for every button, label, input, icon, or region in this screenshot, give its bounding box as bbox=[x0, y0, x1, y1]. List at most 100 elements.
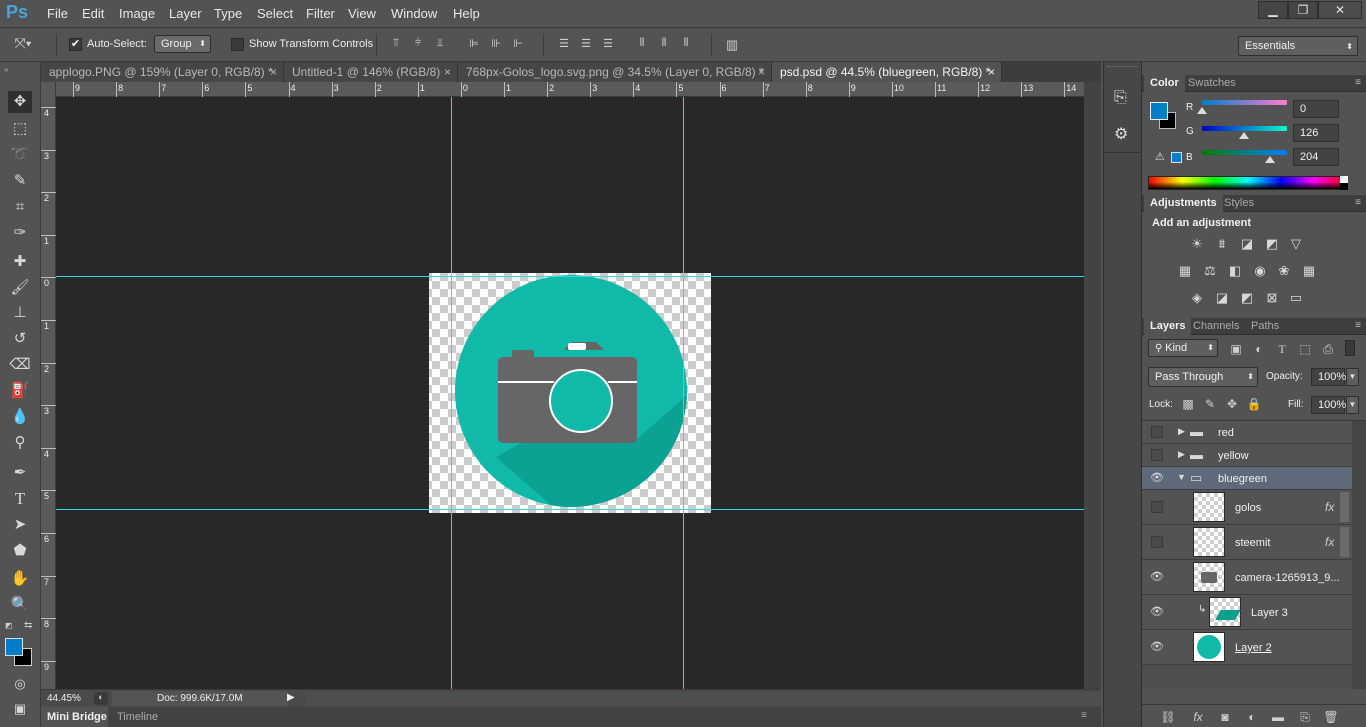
auto-align-icon[interactable]: ▥ bbox=[724, 37, 740, 52]
expand-effects-icon[interactable] bbox=[1340, 527, 1349, 557]
expand-arrow-icon[interactable]: ▶ bbox=[1178, 449, 1185, 460]
fill-arrow-icon[interactable]: ▼ bbox=[1346, 396, 1359, 414]
quick-select-tool-icon[interactable]: ✎ bbox=[8, 170, 32, 192]
blur-tool-icon[interactable]: 💧 bbox=[8, 406, 32, 428]
ruler-origin[interactable] bbox=[41, 82, 56, 97]
expand-arrow-icon[interactable]: ▶ bbox=[1178, 426, 1185, 437]
tab-swatches[interactable]: Swatches bbox=[1182, 75, 1242, 92]
eyedropper-tool-icon[interactable]: ✑ bbox=[8, 222, 32, 244]
auto-select-checkbox[interactable]: ✔ bbox=[69, 38, 82, 51]
menu-edit[interactable]: Edit bbox=[82, 6, 104, 21]
align-hcenter-icon[interactable]: ⊪ bbox=[488, 37, 504, 51]
visibility-toggle[interactable] bbox=[1151, 426, 1163, 438]
eraser-tool-icon[interactable]: ⌫ bbox=[8, 354, 32, 376]
eye-icon[interactable]: 👁 bbox=[1150, 471, 1164, 485]
menu-layer[interactable]: Layer bbox=[169, 6, 202, 21]
tab-mini-bridge[interactable]: Mini Bridge bbox=[41, 707, 108, 727]
distribute-left-icon[interactable]: ⦀ bbox=[634, 37, 650, 51]
menu-view[interactable]: View bbox=[348, 6, 376, 21]
marquee-tool-icon[interactable]: ⬚ bbox=[8, 118, 32, 140]
filter-adjustment-icon[interactable]: ◐ bbox=[1251, 342, 1267, 356]
paint-bucket-tool-icon[interactable]: ⛽ bbox=[8, 380, 32, 402]
color-spectrum-ramp[interactable] bbox=[1148, 176, 1348, 190]
b-value-field[interactable]: 204 bbox=[1293, 148, 1339, 166]
tab-channels[interactable]: Channels bbox=[1187, 318, 1245, 335]
r-slider-thumb[interactable] bbox=[1197, 107, 1207, 114]
tab-close-icon[interactable]: × bbox=[270, 62, 277, 82]
foreground-color-swatch[interactable] bbox=[5, 638, 23, 656]
align-vcenter-icon[interactable]: ⫩ bbox=[410, 37, 426, 51]
layer-group-red[interactable]: ▶ ▬ red bbox=[1142, 421, 1352, 444]
tab-adjustments[interactable]: Adjustments bbox=[1144, 195, 1223, 212]
adjustment-layer-icon[interactable]: ◐ bbox=[1244, 710, 1260, 724]
distribute-bottom-icon[interactable]: ☰ bbox=[600, 37, 616, 51]
folder-icon[interactable]: ▬ bbox=[1270, 710, 1286, 724]
panel-menu-icon[interactable]: ≡ bbox=[1355, 320, 1361, 331]
fx-badge[interactable]: fx bbox=[1325, 535, 1334, 549]
r-slider[interactable] bbox=[1202, 100, 1287, 105]
path-select-tool-icon[interactable]: ➤ bbox=[8, 514, 32, 536]
distribute-vcenter-icon[interactable]: ☰ bbox=[578, 37, 594, 51]
photo-filter-icon[interactable]: ◉ bbox=[1251, 263, 1269, 279]
layer-camera[interactable]: 👁 camera-1265913_9... bbox=[1142, 560, 1352, 595]
tab-untitled[interactable]: Untitled-1 @ 146% (RGB/8) × bbox=[284, 62, 458, 82]
panel-menu-icon[interactable]: ≡ bbox=[1081, 710, 1087, 721]
align-right-icon[interactable]: ⊩ bbox=[510, 37, 526, 51]
layer-3[interactable]: 👁 ↳ Layer 3 bbox=[1142, 595, 1352, 630]
visibility-toggle[interactable] bbox=[1151, 536, 1163, 548]
layer-steemit[interactable]: steemit fx bbox=[1142, 525, 1352, 560]
vertical-scrollbar[interactable] bbox=[1084, 82, 1101, 689]
lock-position-icon[interactable]: ✥ bbox=[1224, 397, 1240, 411]
tab-color[interactable]: Color bbox=[1144, 75, 1185, 92]
panel-menu-icon[interactable]: ≡ bbox=[1355, 77, 1361, 88]
eye-icon[interactable]: 👁 bbox=[1150, 570, 1164, 584]
tab-close-icon[interactable]: × bbox=[758, 62, 765, 82]
swap-colors-icon[interactable]: ⇆ bbox=[24, 620, 32, 631]
lock-image-icon[interactable]: ✎ bbox=[1202, 397, 1218, 411]
panel-menu-icon[interactable]: ≡ bbox=[1355, 197, 1361, 208]
quick-mask-icon[interactable]: ◎ bbox=[8, 673, 32, 695]
properties-panel-icon[interactable]: ⚙ bbox=[1114, 124, 1128, 144]
tab-timeline[interactable]: Timeline bbox=[111, 707, 158, 727]
menu-window[interactable]: Window bbox=[391, 6, 437, 21]
hue-sat-icon[interactable]: ▦ bbox=[1176, 263, 1194, 279]
tab-layers[interactable]: Layers bbox=[1144, 318, 1192, 335]
auto-select-target-dropdown[interactable]: Group ⬍ bbox=[154, 35, 211, 53]
tab-close-icon[interactable]: × bbox=[988, 62, 995, 82]
hand-tool-icon[interactable]: ✋ bbox=[8, 568, 32, 590]
tab-paths[interactable]: Paths bbox=[1245, 318, 1285, 335]
shape-tool-icon[interactable]: ⬟ bbox=[8, 540, 32, 562]
zoom-level[interactable]: 44.45% bbox=[47, 693, 81, 704]
link-icon[interactable]: ⛓ bbox=[1160, 710, 1176, 724]
gradient-map-icon[interactable]: ▭ bbox=[1287, 290, 1305, 306]
b-slider[interactable] bbox=[1202, 150, 1287, 155]
zoom-tool-icon[interactable]: 🔍 bbox=[8, 594, 32, 616]
transform-controls-checkbox[interactable] bbox=[231, 38, 244, 51]
pen-tool-icon[interactable]: ✒ bbox=[8, 462, 32, 484]
web-color-swatch[interactable] bbox=[1171, 152, 1182, 163]
expand-effects-icon[interactable] bbox=[1340, 492, 1349, 522]
lasso-tool-icon[interactable]: ➰ bbox=[8, 144, 32, 166]
collapse-icon[interactable]: » bbox=[4, 65, 8, 74]
menu-image[interactable]: Image bbox=[119, 6, 155, 21]
align-bottom-icon[interactable]: ⫫ bbox=[432, 37, 448, 51]
levels-icon[interactable]: ⩩ bbox=[1213, 236, 1231, 252]
tab-close-icon[interactable]: × bbox=[444, 62, 451, 82]
curves-icon[interactable]: ◪ bbox=[1238, 236, 1256, 252]
g-slider[interactable] bbox=[1202, 126, 1287, 131]
posterize-icon[interactable]: ◪ bbox=[1213, 290, 1231, 306]
fx-icon[interactable]: fx bbox=[1190, 710, 1206, 724]
history-panel-icon[interactable]: ⎘ bbox=[1114, 89, 1127, 107]
layer-group-bluegreen[interactable]: 👁 ▼ ▭ bluegreen bbox=[1142, 467, 1352, 490]
out-of-gamut-warning-icon[interactable]: ⚠ bbox=[1155, 150, 1165, 163]
blend-mode-dropdown[interactable]: Pass Through ⬍ bbox=[1148, 367, 1258, 387]
filter-shape-icon[interactable]: ⬚ bbox=[1297, 342, 1313, 356]
type-tool-icon[interactable]: T bbox=[8, 488, 32, 510]
r-value-field[interactable]: 0 bbox=[1293, 100, 1339, 118]
filter-type-icon[interactable]: T bbox=[1274, 342, 1290, 356]
eye-icon[interactable]: 👁 bbox=[1150, 640, 1164, 654]
layer-filter-dropdown[interactable]: ⚲ Kind ⬍ bbox=[1148, 339, 1218, 357]
color-lookup-icon[interactable]: ▦ bbox=[1300, 263, 1318, 279]
new-layer-icon[interactable]: ⎘ bbox=[1297, 710, 1313, 724]
restore-button[interactable]: ❐ bbox=[1288, 1, 1318, 19]
